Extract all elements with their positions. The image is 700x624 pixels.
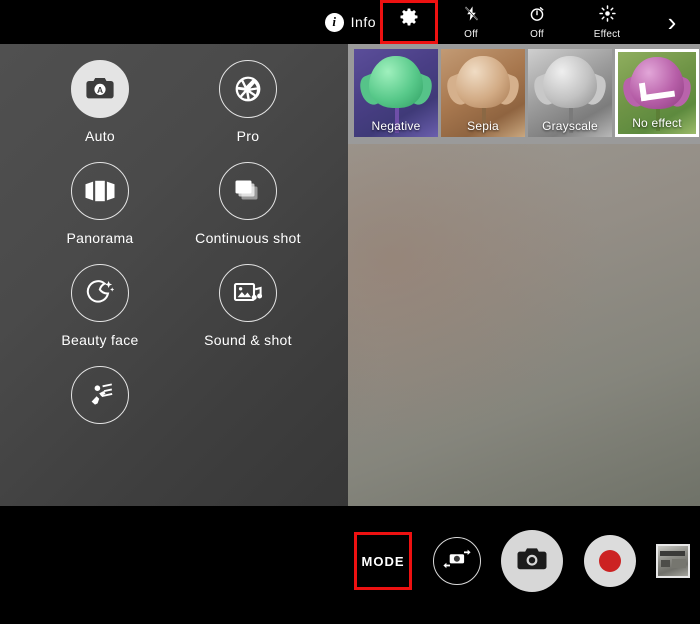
aperture-icon <box>234 75 262 103</box>
flash-button[interactable]: Off <box>438 0 504 44</box>
beauty-face-icon <box>86 279 114 307</box>
expand-toolbar-button[interactable]: › <box>644 0 700 44</box>
chevron-right-icon: › <box>667 7 677 37</box>
effect-label-no-effect: No effect <box>632 116 682 130</box>
mode-item-auto[interactable]: A Auto <box>26 60 174 144</box>
tulip-bloom <box>456 56 510 109</box>
camera-controls-row: MODE <box>348 516 700 606</box>
mode-label-sound-and-shot: Sound & shot <box>204 332 292 348</box>
timer-button[interactable]: Off <box>504 0 570 44</box>
info-icon: i <box>324 12 344 32</box>
timer-status-label: Off <box>530 29 544 40</box>
sports-icon <box>85 382 115 408</box>
mode-icon-wrap <box>71 162 129 220</box>
effect-label-negative: Negative <box>371 119 421 133</box>
effect-label: Effect <box>593 29 621 40</box>
bottom-toolbar: MODE <box>0 506 700 624</box>
mode-icon-wrap <box>71 366 129 424</box>
tulip-bloom <box>543 56 597 109</box>
flash-status-label: Off <box>464 29 478 40</box>
mode-item-sports[interactable]: Sports <box>26 366 174 450</box>
mode-label-pro: Pro <box>236 128 260 144</box>
panorama-icon <box>84 180 116 202</box>
record-dot-icon <box>598 550 621 572</box>
selected-check-icon <box>637 71 677 111</box>
gallery-button[interactable] <box>656 544 690 578</box>
burst-icon <box>233 178 263 204</box>
camera-auto-icon: A <box>85 76 115 102</box>
info-label: Info <box>350 14 376 30</box>
shooting-mode-grid: A Auto Pro Panorama Continuous shot Beau… <box>0 60 348 450</box>
shooting-mode-panel: A Auto Pro Panorama Continuous shot Beau… <box>0 44 348 506</box>
effect-label-sepia: Sepia <box>467 119 499 133</box>
mode-item-continuous-shot[interactable]: Continuous shot <box>174 162 322 246</box>
switch-camera-icon <box>442 547 471 576</box>
mode-label-beauty-face: Beauty face <box>61 332 139 348</box>
effect-thumbnail-no-effect[interactable]: No effect <box>615 49 699 137</box>
info-button[interactable]: i Info <box>324 0 376 44</box>
effect-button[interactable]: Effect <box>570 0 644 44</box>
settings-button[interactable] <box>380 0 438 44</box>
tulip-bloom <box>369 56 423 109</box>
switch-camera-button[interactable] <box>432 537 481 585</box>
mode-button[interactable]: MODE <box>354 532 412 590</box>
mode-icon-wrap <box>219 162 277 220</box>
effect-thumbnail-sepia[interactable]: Sepia <box>441 49 525 137</box>
camera-app-screen: i Info Off Off Effect › Negative Sepia G… <box>0 0 700 624</box>
mode-label-continuous-shot: Continuous shot <box>195 230 301 246</box>
effect-label-grayscale: Grayscale <box>542 119 598 133</box>
mode-icon-wrap <box>219 264 277 322</box>
mode-icon-wrap <box>219 60 277 118</box>
record-button[interactable] <box>583 535 636 587</box>
effects-filmstrip[interactable]: Negative Sepia Grayscale No effect <box>348 44 700 144</box>
effect-icon <box>598 4 617 28</box>
timer-icon <box>528 4 546 28</box>
sound-and-shot-icon <box>233 280 263 306</box>
shutter-button[interactable] <box>501 530 563 592</box>
mode-label-auto: Auto <box>85 128 115 144</box>
top-toolbar: i Info Off Off Effect › <box>0 0 700 44</box>
camera-icon <box>516 546 548 577</box>
effect-thumbnail-grayscale[interactable]: Grayscale <box>528 49 612 137</box>
mode-item-panorama[interactable]: Panorama <box>26 162 174 246</box>
effect-thumbnail-negative[interactable]: Negative <box>354 49 438 137</box>
mode-label-panorama: Panorama <box>66 230 134 246</box>
mode-icon-wrap <box>71 264 129 322</box>
mode-item-pro[interactable]: Pro <box>174 60 322 144</box>
gear-icon <box>398 7 420 34</box>
mode-icon-wrap: A <box>71 60 129 118</box>
svg-text:A: A <box>97 85 103 95</box>
flash-off-icon <box>463 4 480 28</box>
mode-item-beauty-face[interactable]: Beauty face <box>26 264 174 348</box>
mode-item-sound-and-shot[interactable]: Sound & shot <box>174 264 322 348</box>
